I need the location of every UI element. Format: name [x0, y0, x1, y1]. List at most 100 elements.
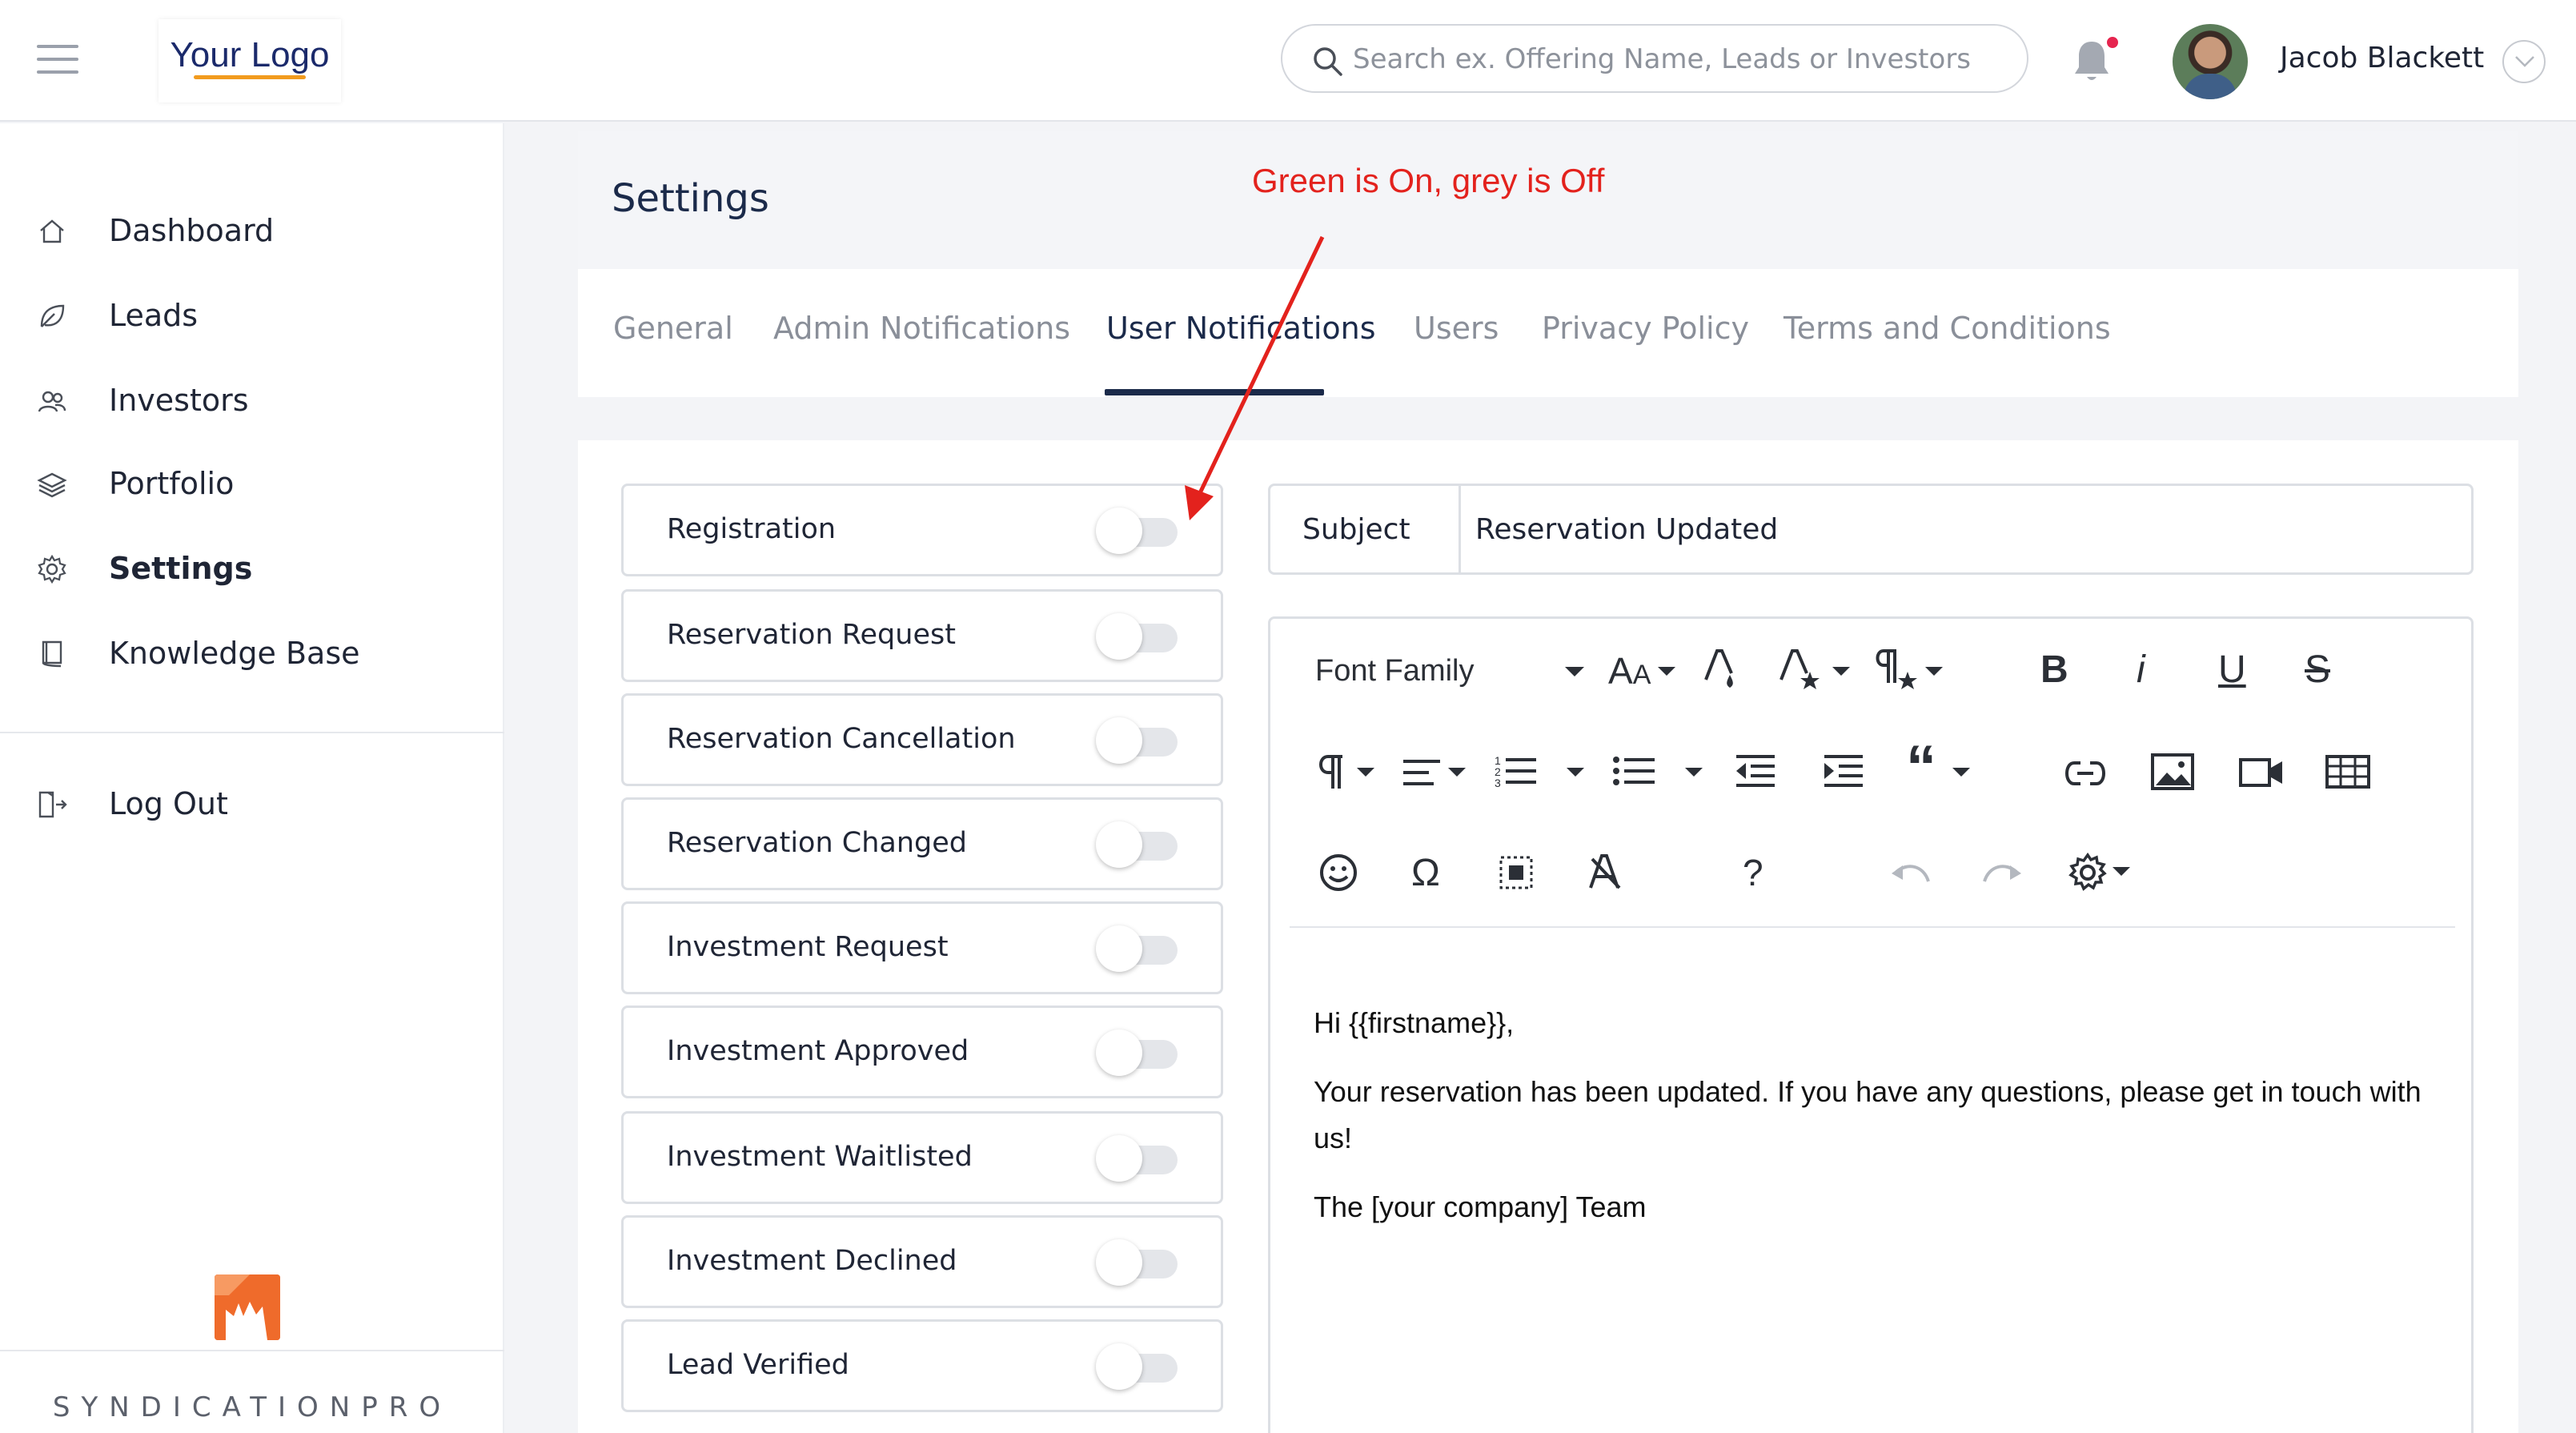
caret-down-icon[interactable] — [1832, 667, 1850, 676]
caret-down-icon[interactable] — [1565, 667, 1584, 678]
brand-logo-icon — [215, 1274, 280, 1340]
reservation-cancellation-toggle[interactable] — [1096, 717, 1181, 764]
tab-general[interactable]: General — [613, 311, 733, 346]
search-input[interactable] — [1353, 37, 2009, 82]
user-name[interactable]: Jacob Blackett — [2280, 42, 2484, 74]
home-icon — [40, 219, 64, 243]
caret-down-icon[interactable] — [1448, 768, 1466, 777]
tab-admin-notifications[interactable]: Admin Notifications — [773, 311, 1070, 346]
font-family-dropdown[interactable]: Font Family — [1315, 654, 1474, 688]
menu-icon[interactable] — [37, 45, 78, 74]
editor-content[interactable]: Hi {{firstname}}, Your reservation has b… — [1314, 1000, 2434, 1253]
quote-icon[interactable]: “ — [1906, 737, 1936, 798]
sidebar-item-leads[interactable]: Leads — [0, 280, 504, 352]
highlight-icon[interactable] — [1778, 648, 1823, 692]
sidebar-item-logout[interactable]: Log Out — [0, 769, 504, 841]
italic-icon[interactable]: i — [2137, 648, 2145, 692]
sidebar-item-label: Knowledge Base — [109, 636, 360, 671]
toolbar-divider — [1290, 926, 2455, 928]
search-bar[interactable] — [1281, 24, 2028, 93]
reservation-request-toggle[interactable] — [1096, 613, 1181, 660]
outdent-icon[interactable] — [1735, 753, 1776, 789]
emoji-icon[interactable] — [1318, 853, 1358, 893]
email-greeting: Hi {{firstname}}, — [1314, 1006, 1515, 1039]
bold-icon[interactable]: B — [2040, 648, 2068, 692]
strikethrough-icon[interactable]: S — [2305, 648, 2330, 692]
sidebar-item-portfolio[interactable]: Portfolio — [0, 448, 504, 520]
unordered-list-icon[interactable] — [1613, 755, 1656, 787]
image-icon[interactable] — [2151, 753, 2194, 790]
sidebar-item-label: Leads — [109, 298, 199, 333]
tab-privacy-policy[interactable]: Privacy Policy — [1542, 311, 1749, 346]
font-size-icon[interactable]: AA — [1608, 649, 1651, 692]
logout-icon — [38, 791, 67, 818]
caret-down-icon[interactable] — [2113, 867, 2130, 877]
special-characters-icon[interactable]: Ω — [1411, 851, 1440, 895]
notification-row-lead-verified: Lead Verified — [621, 1319, 1223, 1412]
tab-users[interactable]: Users — [1414, 311, 1499, 346]
gear-icon — [38, 554, 66, 584]
caret-down-icon[interactable] — [1357, 768, 1374, 777]
table-icon[interactable] — [2325, 755, 2370, 789]
caret-down-icon[interactable] — [1925, 667, 1943, 676]
indent-icon[interactable] — [1823, 753, 1864, 789]
top-bar: Your Logo Jacob Blackett — [0, 0, 2576, 122]
redo-icon[interactable] — [1981, 862, 2021, 886]
caret-down-icon[interactable] — [1685, 768, 1703, 777]
email-signature: The [your company] Team — [1314, 1190, 1647, 1223]
layers-icon — [37, 472, 67, 498]
caret-down-icon[interactable] — [1952, 768, 1970, 777]
sidebar-divider — [0, 732, 504, 733]
registration-toggle[interactable] — [1096, 508, 1181, 554]
logo[interactable]: Your Logo — [158, 19, 341, 102]
settings-header: Settings — [578, 131, 2518, 269]
notification-row-reservation-cancellation: Reservation Cancellation — [621, 693, 1223, 786]
notification-row-investment-declined: Investment Declined — [621, 1215, 1223, 1308]
investment-request-toggle[interactable] — [1096, 925, 1181, 972]
sidebar-item-dashboard[interactable]: Dashboard — [0, 195, 504, 267]
sidebar-item-label: Settings — [109, 551, 253, 586]
notification-row-investment-waitlisted: Investment Waitlisted — [621, 1111, 1223, 1204]
avatar[interactable] — [2173, 24, 2248, 99]
notification-row-reservation-changed: Reservation Changed — [621, 797, 1223, 890]
notification-row-reservation-request: Reservation Request — [621, 589, 1223, 682]
clear-formatting-icon[interactable] — [1587, 853, 1623, 891]
notification-label: Investment Declined — [667, 1245, 957, 1277]
video-icon[interactable] — [2239, 758, 2284, 787]
search-icon — [1314, 47, 1342, 76]
tab-terms-and-conditions[interactable]: Terms and Conditions — [1784, 311, 2111, 346]
chevron-down-icon — [2515, 56, 2534, 67]
link-icon[interactable] — [2063, 760, 2108, 787]
tab-user-notifications[interactable]: User Notifications — [1106, 311, 1376, 346]
text-color-icon[interactable] — [1703, 648, 1741, 692]
settings-gear-icon[interactable] — [2068, 853, 2108, 893]
investment-approved-toggle[interactable] — [1096, 1030, 1181, 1076]
investment-declined-toggle[interactable] — [1096, 1239, 1181, 1286]
sidebar-item-investors[interactable]: Investors — [0, 365, 504, 437]
sidebar: Dashboard Leads Investors Portfolio Sett… — [0, 123, 504, 1433]
undo-icon[interactable] — [1892, 862, 1932, 886]
sidebar-item-label: Log Out — [109, 786, 228, 821]
paragraph-format-icon[interactable] — [1317, 753, 1349, 792]
notification-label: Lead Verified — [667, 1349, 849, 1381]
underline-icon[interactable]: U — [2218, 648, 2246, 692]
ordered-list-icon[interactable]: 1 2 3 — [1495, 753, 1538, 789]
reservation-changed-toggle[interactable] — [1096, 821, 1181, 868]
caret-down-icon[interactable] — [1658, 667, 1675, 676]
align-icon[interactable] — [1402, 758, 1442, 787]
subject-input[interactable] — [1475, 505, 2436, 553]
select-all-icon[interactable] — [1499, 856, 1533, 889]
lead-verified-toggle[interactable] — [1096, 1343, 1181, 1390]
help-icon[interactable]: ? — [1743, 851, 1763, 894]
user-menu-button[interactable] — [2502, 40, 2546, 83]
svg-text:3: 3 — [1495, 777, 1501, 789]
logo-underline — [194, 75, 306, 79]
paragraph-style-icon[interactable] — [1872, 648, 1920, 692]
notification-label: Registration — [667, 513, 837, 545]
sidebar-item-settings[interactable]: Settings — [0, 533, 504, 605]
sidebar-item-knowledge-base[interactable]: Knowledge Base — [0, 618, 504, 690]
caret-down-icon[interactable] — [1567, 768, 1584, 777]
logo-text: Your Logo — [170, 35, 330, 74]
investment-waitlisted-toggle[interactable] — [1096, 1135, 1181, 1182]
sidebar-item-label: Investors — [109, 383, 249, 418]
